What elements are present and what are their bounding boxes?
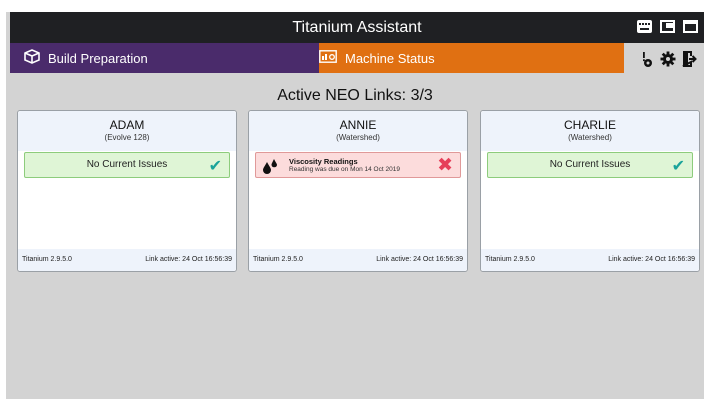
link-status: Link active: 24 Oct 16:56:39 [376, 256, 463, 263]
maximize-window-icon[interactable] [683, 20, 698, 33]
status-text: No Current Issues [86, 159, 168, 170]
status-text: No Current Issues [549, 159, 631, 170]
machine-name: ADAM [109, 118, 145, 132]
logout-icon[interactable] [682, 51, 698, 67]
card-footer: Titanium 2.9.5.0 Link active: 24 Oct 16:… [481, 249, 699, 271]
card-footer: Titanium 2.9.5.0 Link active: 24 Oct 16:… [249, 249, 467, 271]
gear-icon[interactable] [660, 51, 676, 67]
status-ok-banner: No Current Issues ✔ [24, 152, 230, 178]
card-content: No Current Issues ✔ [18, 151, 236, 251]
tab-machine-status[interactable]: Machine Status [319, 43, 624, 73]
droplets-icon [262, 158, 280, 174]
restore-window-icon[interactable] [660, 20, 675, 33]
check-icon: ✔ [208, 158, 222, 175]
box-icon [24, 49, 40, 67]
tab-build-preparation[interactable]: Build Preparation [10, 43, 319, 73]
title-bar: Titanium Assistant [10, 12, 704, 43]
card-content: Viscosity Readings Reading was due on Mo… [249, 151, 467, 251]
machine-status-icon [319, 50, 337, 66]
window-title: Titanium Assistant [292, 19, 422, 36]
window-controls [637, 20, 698, 33]
version-label: Titanium 2.9.5.0 [22, 256, 72, 263]
machine-card-annie[interactable]: ANNIE (Watershed) Viscosity Readings Rea… [248, 110, 468, 272]
version-label: Titanium 2.9.5.0 [253, 256, 303, 263]
issue-detail: Reading was due on Mon 14 Oct 2019 [289, 166, 400, 173]
issue-title: Viscosity Readings [289, 157, 358, 166]
link-status: Link active: 24 Oct 16:56:39 [608, 256, 695, 263]
tab-machine-label: Machine Status [345, 50, 435, 66]
check-icon: ✔ [671, 158, 685, 175]
machine-model: (Watershed) [568, 133, 612, 142]
app-window: Titanium Assistant Build Preparation Mac… [6, 12, 704, 399]
version-label: Titanium 2.9.5.0 [485, 256, 535, 263]
card-header: CHARLIE (Watershed) [481, 111, 699, 151]
machine-model: (Evolve 128) [104, 133, 150, 142]
machine-model: (Watershed) [336, 133, 380, 142]
status-ok-banner: No Current Issues ✔ [487, 152, 693, 178]
keyboard-icon[interactable] [637, 20, 652, 33]
machine-card-charlie[interactable]: CHARLIE (Watershed) No Current Issues ✔ … [480, 110, 700, 272]
card-header: ADAM (Evolve 128) [18, 111, 236, 151]
card-content: No Current Issues ✔ [481, 151, 699, 251]
nav-bar: Build Preparation Machine Status [10, 43, 704, 73]
tab-build-label: Build Preparation [48, 50, 148, 66]
machine-name: CHARLIE [563, 118, 616, 132]
card-footer: Titanium 2.9.5.0 Link active: 24 Oct 16:… [18, 249, 236, 271]
error-x-icon: ✖ [437, 155, 453, 176]
link-status: Link active: 24 Oct 16:56:39 [145, 256, 232, 263]
nav-actions [624, 43, 704, 73]
page-heading: Active NEO Links: 3/3 [277, 87, 433, 104]
person-alert-icon[interactable] [638, 51, 654, 67]
machine-card-adam[interactable]: ADAM (Evolve 128) No Current Issues ✔ Ti… [17, 110, 237, 272]
machine-name: ANNIE [339, 118, 377, 132]
status-error-banner[interactable]: Viscosity Readings Reading was due on Mo… [255, 152, 461, 178]
card-header: ANNIE (Watershed) [249, 111, 467, 151]
